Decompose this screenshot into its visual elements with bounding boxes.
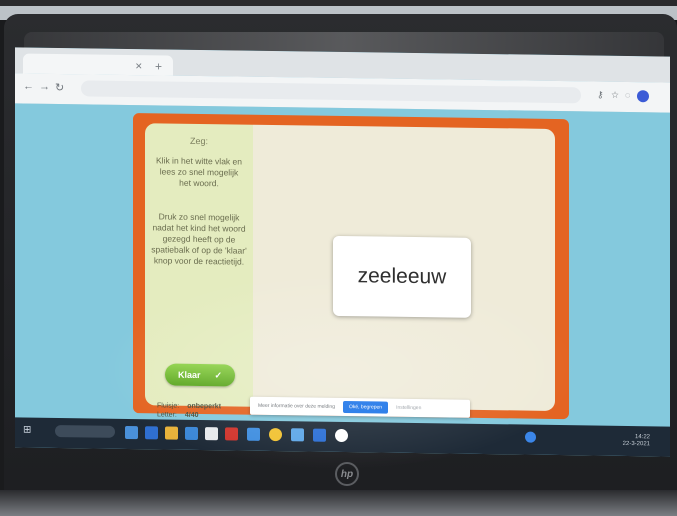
progress-value-2: 4/40 [184, 411, 199, 419]
cookie-text: Meer informatie over deze melding [258, 402, 335, 410]
progress-label-1: Fluisje: [157, 402, 180, 410]
windows-start-icon[interactable]: ⊞ [23, 425, 36, 438]
address-bar[interactable] [81, 80, 581, 104]
web-page: Zeg: Klik in het witte vlak en lees zo s… [15, 103, 670, 427]
system-tray-clock[interactable]: 14:22 22-3-2021 [623, 434, 650, 448]
progress-info: Fluisje: onbeperkt Letter: 4/40 [157, 401, 221, 420]
star-icon[interactable]: ☆ [611, 90, 619, 101]
profile-avatar[interactable] [637, 90, 649, 103]
say-heading: Zeg: [189, 135, 208, 147]
search-box[interactable] [55, 424, 115, 438]
hp-logo: hp [335, 462, 359, 486]
word-icon[interactable] [313, 428, 326, 442]
word-card[interactable]: zeeleeuw [333, 235, 471, 318]
progress-value-1: onbeperkt [187, 402, 222, 411]
active-app-icon[interactable] [335, 428, 348, 443]
laptop-screen: ✕ + ← → ↻ ⚷ ☆ ◌ Zeg: Klik in het witte v… [15, 47, 670, 457]
extension-icon[interactable]: ◌ [625, 90, 630, 100]
instruction-text-1: Klik in het witte vlak en lees zo snel m… [156, 155, 242, 189]
reload-icon[interactable]: ↻ [55, 81, 64, 94]
back-icon[interactable]: ← [23, 81, 34, 93]
progress-label-2: Letter: [157, 411, 177, 419]
cookie-notice: Meer informatie over deze melding Oké, b… [250, 396, 470, 418]
instruction-text-2: Druk zo snel mogelijk nadat het kind het… [151, 211, 247, 267]
target-word: zeeleeuw [357, 264, 447, 289]
check-icon: ✓ [214, 369, 223, 380]
reading-test-frame: Zeg: Klik in het witte vlak en lees zo s… [133, 113, 569, 420]
app-icon-blue[interactable] [247, 427, 260, 441]
cookie-accept-button[interactable]: Oké, begrepen [342, 401, 389, 414]
instruction-sidebar: Zeg: Klik in het witte vlak en lees zo s… [145, 123, 253, 419]
done-button[interactable]: Klaar ✓ [165, 363, 235, 387]
photo-edge [0, 0, 677, 6]
done-button-label: Klaar [177, 369, 201, 381]
mail-icon[interactable] [205, 427, 218, 441]
browser-tab[interactable] [23, 53, 173, 76]
account-icon[interactable] [525, 431, 536, 443]
laptop-hinge [0, 490, 677, 516]
close-tab-icon[interactable]: ✕ [135, 61, 143, 72]
task-view-icon[interactable] [125, 425, 138, 440]
tray-date: 22-3-2021 [622, 440, 650, 448]
forward-icon[interactable]: → [39, 81, 50, 93]
key-icon[interactable]: ⚷ [597, 90, 604, 101]
edge-icon[interactable] [145, 426, 158, 440]
chrome-icon[interactable] [269, 427, 282, 442]
new-tab-icon[interactable]: + [155, 59, 162, 73]
app-icon-red[interactable] [225, 427, 238, 441]
teams-icon[interactable] [291, 428, 304, 442]
store-icon[interactable] [185, 426, 198, 440]
word-area[interactable]: zeeleeuw [253, 124, 555, 411]
cookie-settings-link[interactable]: Instellingen [396, 405, 421, 411]
folder-icon[interactable] [165, 426, 178, 440]
